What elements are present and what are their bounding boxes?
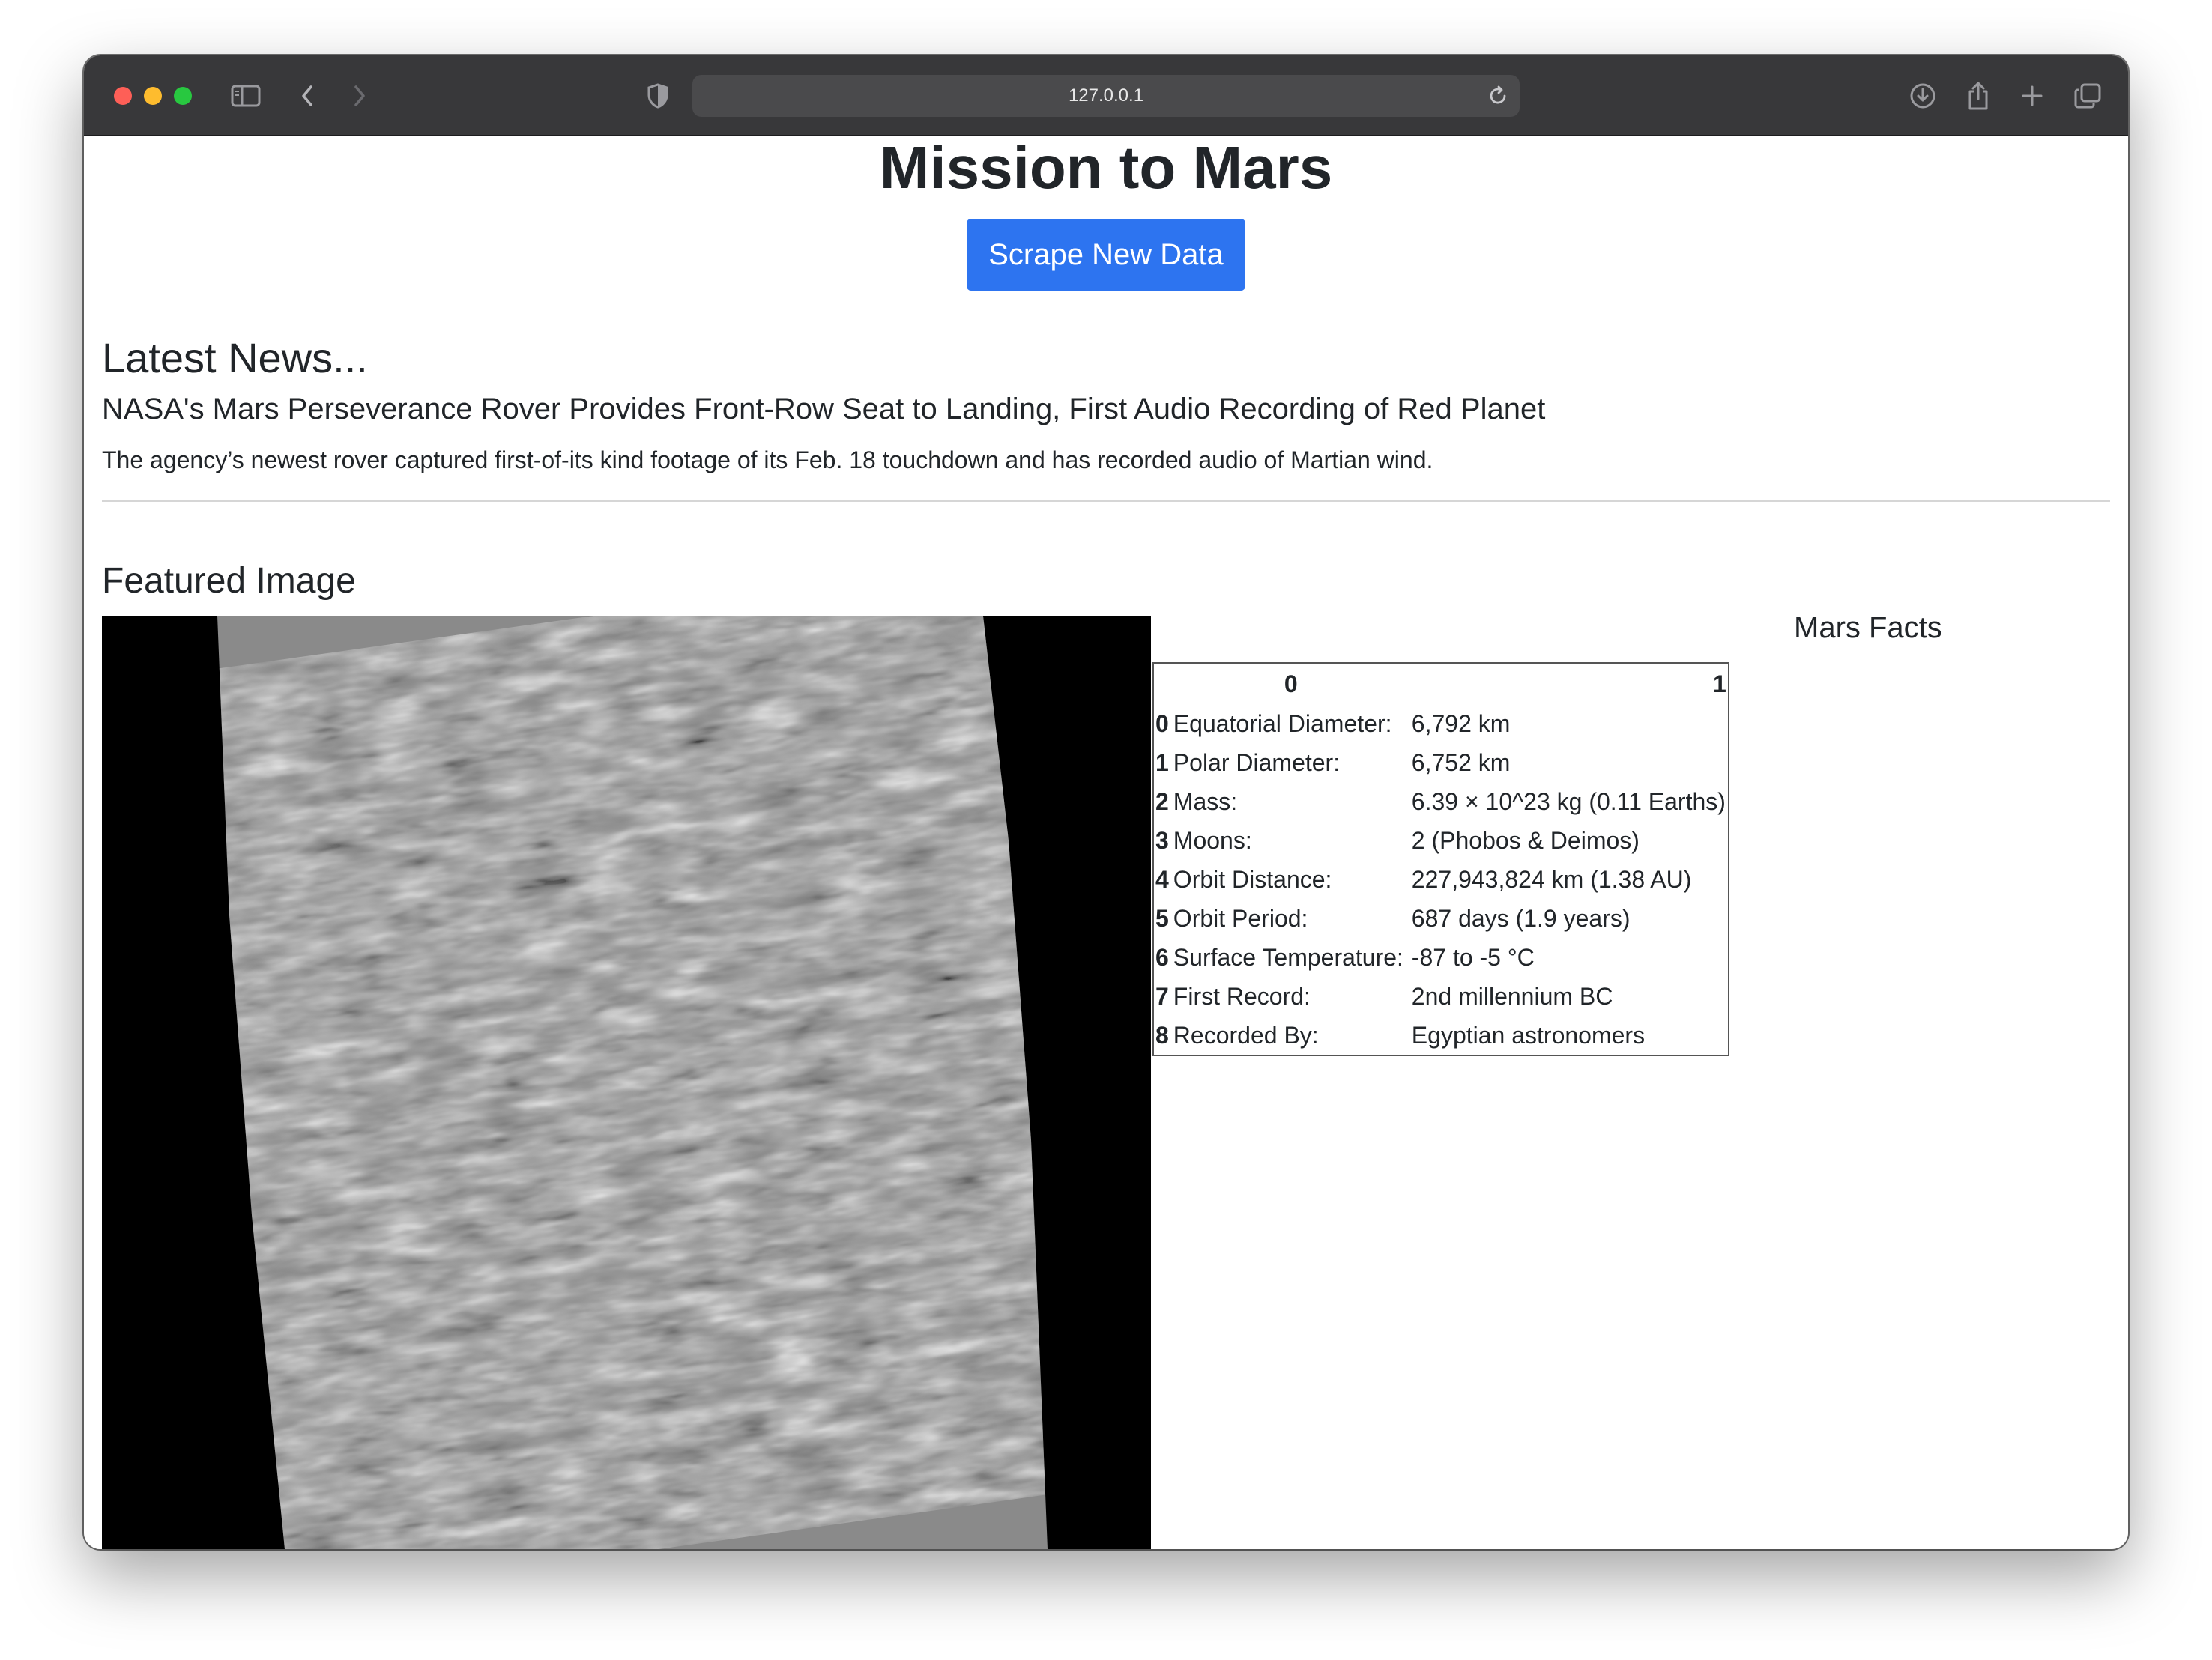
new-tab-icon[interactable] <box>2017 78 2047 114</box>
fact-label: Mass: <box>1173 787 1238 815</box>
table-row: 2 Mass: 6.39 × 10^23 kg (0.11 Earths) <box>1153 782 1729 821</box>
reload-icon[interactable] <box>1487 85 1509 111</box>
sidebar-toggle-icon[interactable] <box>229 78 262 114</box>
row-index: 1 <box>1155 748 1169 776</box>
fact-value: 6,752 km <box>1411 748 1511 776</box>
section-divider <box>102 500 2110 502</box>
featured-image <box>102 616 1151 1549</box>
table-row: 8 Recorded By: Egyptian astronomers <box>1153 1016 1729 1055</box>
column-header-1: 1 <box>1713 670 1726 697</box>
fact-label: Polar Diameter: <box>1173 748 1341 776</box>
fact-value: -87 to -5 °C <box>1411 943 1535 971</box>
forward-icon[interactable] <box>346 78 373 114</box>
row-index: 6 <box>1155 943 1169 971</box>
row-index: 5 <box>1155 904 1169 932</box>
fact-value: Egyptian astronomers <box>1411 1021 1646 1049</box>
page-content: Mission to Mars Scrape New Data Latest N… <box>84 136 2128 1549</box>
news-paragraph: The agency’s newest rover captured first… <box>102 446 1433 473</box>
url-text: 127.0.0.1 <box>1068 85 1144 106</box>
row-index: 4 <box>1155 865 1169 893</box>
row-index: 2 <box>1155 787 1169 815</box>
browser-window: 127.0.0.1 Mission to Mars Scrape New Dat… <box>84 55 2128 1549</box>
table-row: 1 Polar Diameter: 6,752 km <box>1153 743 1729 782</box>
back-icon[interactable] <box>294 78 321 114</box>
mars-facts-table: 0 1 0 Equatorial Diameter: 6,792 km 1 Polar … <box>1152 662 1729 1056</box>
downloads-icon[interactable] <box>1908 78 1938 114</box>
table-header-row: 0 1 <box>1153 663 1729 704</box>
mars-facts-heading: Mars Facts <box>1794 611 1942 644</box>
index-header <box>1153 663 1172 704</box>
minimize-window-button[interactable] <box>144 87 162 105</box>
table-row: 0 Equatorial Diameter: 6,792 km <box>1153 704 1729 743</box>
table-row: 4 Orbit Distance: 227,943,824 km (1.38 AU) <box>1153 860 1729 899</box>
fact-value: 6,792 km <box>1411 709 1511 737</box>
row-index: 3 <box>1155 826 1169 854</box>
fact-label: First Record: <box>1173 982 1311 1010</box>
fact-label: Equatorial Diameter: <box>1173 709 1392 737</box>
fact-label: Surface Temperature: <box>1173 943 1403 971</box>
page-title: Mission to Mars <box>879 134 1333 201</box>
fact-value: 687 days (1.9 years) <box>1411 904 1631 932</box>
fact-value: 2 (Phobos & Deimos) <box>1411 826 1640 854</box>
news-title: NASA's Mars Perseverance Rover Provides … <box>102 393 1546 425</box>
latest-news-heading: Latest News... <box>102 334 368 381</box>
featured-image-heading: Featured Image <box>102 561 356 601</box>
table-row: 6 Surface Temperature: -87 to -5 °C <box>1153 938 1729 977</box>
address-bar[interactable]: 127.0.0.1 <box>692 75 1520 117</box>
zoom-window-button[interactable] <box>174 87 192 105</box>
tab-overview-icon[interactable] <box>2071 78 2104 114</box>
privacy-shield-icon[interactable] <box>644 78 671 114</box>
column-header-0: 0 <box>1284 670 1298 697</box>
row-index: 7 <box>1155 982 1169 1010</box>
share-icon[interactable] <box>1963 78 1993 114</box>
fact-value: 227,943,824 km (1.38 AU) <box>1411 865 1692 893</box>
fact-value: 6.39 × 10^23 kg (0.11 Earths) <box>1411 787 1726 815</box>
fact-label: Orbit Period: <box>1173 904 1308 932</box>
row-index: 0 <box>1155 709 1169 737</box>
scrape-new-data-button[interactable]: Scrape New Data <box>967 219 1245 291</box>
close-window-button[interactable] <box>114 87 132 105</box>
browser-toolbar: 127.0.0.1 <box>84 55 2128 136</box>
table-row: 7 First Record: 2nd millennium BC <box>1153 977 1729 1016</box>
row-index: 8 <box>1155 1021 1169 1049</box>
table-row: 5 Orbit Period: 687 days (1.9 years) <box>1153 899 1729 938</box>
fact-label: Moons: <box>1173 826 1252 854</box>
fact-value: 2nd millennium BC <box>1411 982 1613 1010</box>
fact-label: Recorded By: <box>1173 1021 1319 1049</box>
table-row: 3 Moons: 2 (Phobos & Deimos) <box>1153 821 1729 860</box>
fact-label: Orbit Distance: <box>1173 865 1332 893</box>
